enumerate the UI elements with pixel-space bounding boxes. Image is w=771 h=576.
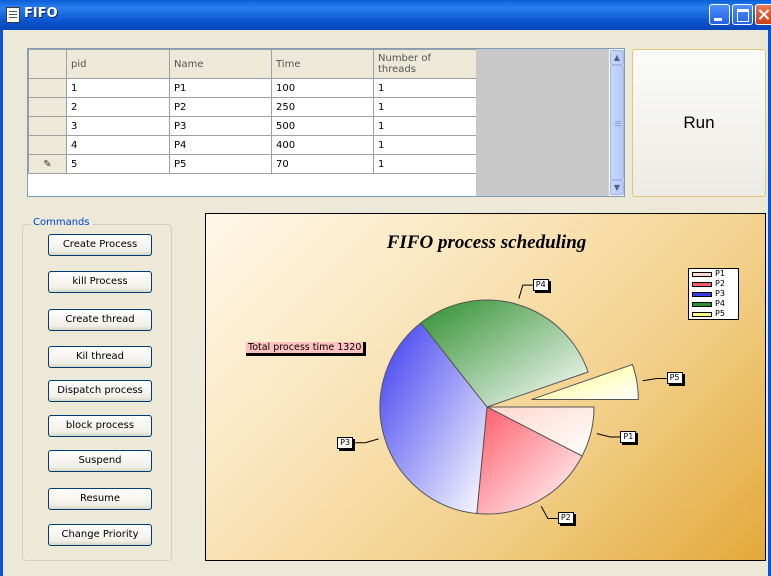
maximize-button[interactable] xyxy=(732,4,753,25)
slice-label-p4: P4 xyxy=(532,279,549,292)
legend-label: P3 xyxy=(715,289,725,298)
leader-line-p4 xyxy=(518,284,533,299)
scroll-up-icon[interactable]: ▲ xyxy=(610,50,624,65)
scroll-thumb[interactable] xyxy=(610,65,624,180)
cell-threads[interactable]: 1 xyxy=(373,116,477,136)
legend-swatch xyxy=(692,292,712,297)
chart-title: FIFO process scheduling xyxy=(386,232,587,253)
cell-name[interactable]: P5 xyxy=(169,154,272,174)
commands-legend: Commands xyxy=(31,217,92,228)
cell-time[interactable]: 500 xyxy=(271,116,374,136)
window-title: FIFO xyxy=(24,6,58,21)
cell-pid[interactable]: 1 xyxy=(66,78,170,98)
chart-legend: P1 P2 P3 P4 P5 xyxy=(688,268,739,320)
column-header-threads[interactable]: Number of threads xyxy=(373,49,477,79)
legend-label: P1 xyxy=(715,269,725,278)
legend-label: P2 xyxy=(715,279,725,288)
corner-header xyxy=(28,49,67,79)
legend-label: P4 xyxy=(715,299,725,308)
legend-item-p5: P5 xyxy=(692,309,738,319)
grid-vertical-scrollbar[interactable]: ▲ ▼ xyxy=(608,49,624,196)
suspend-button[interactable]: Suspend xyxy=(48,450,152,472)
slice-label-p2: P2 xyxy=(557,512,574,525)
legend-item-p2: P2 xyxy=(692,279,738,289)
legend-swatch xyxy=(692,312,712,317)
block-process-button[interactable]: block process xyxy=(48,415,152,437)
cell-threads[interactable]: 1 xyxy=(373,154,477,174)
total-time-label: Total process time 1320 xyxy=(246,342,367,356)
cell-pid[interactable]: 2 xyxy=(66,97,170,117)
cell-threads[interactable]: 1 xyxy=(373,97,477,117)
close-button[interactable] xyxy=(755,4,771,25)
table-row[interactable]: 2 P2 250 1 xyxy=(28,97,477,117)
cell-name[interactable]: P4 xyxy=(169,135,272,155)
grid-empty-area xyxy=(476,49,608,196)
table-row[interactable]: 3 P3 500 1 xyxy=(28,116,477,136)
minimize-button[interactable] xyxy=(709,4,730,25)
legend-swatch xyxy=(692,302,712,307)
cell-name[interactable]: P1 xyxy=(169,78,272,98)
legend-swatch xyxy=(692,272,712,277)
slice-label-p3: P3 xyxy=(337,436,354,449)
cell-threads[interactable]: 1 xyxy=(373,78,477,98)
table-row[interactable]: ✎ 5 P5 70 1 xyxy=(28,154,477,174)
cell-time[interactable]: 70 xyxy=(271,154,374,174)
leader-line-p3 xyxy=(355,438,379,444)
scroll-down-icon[interactable]: ▼ xyxy=(610,180,624,195)
commands-group: Commands Create Process kill Process Cre… xyxy=(22,217,172,561)
cell-pid[interactable]: 3 xyxy=(66,116,170,136)
table-row[interactable]: 1 P1 100 1 xyxy=(28,78,477,98)
row-header[interactable] xyxy=(28,97,67,117)
change-priority-button[interactable]: Change Priority xyxy=(48,524,152,546)
window-frame-left xyxy=(0,30,3,576)
cell-name[interactable]: P3 xyxy=(169,116,272,136)
header-row: pid Name Time Number of threads xyxy=(28,49,477,79)
cell-time[interactable]: 250 xyxy=(271,97,374,117)
leader-line-p2 xyxy=(540,505,558,519)
row-header[interactable] xyxy=(28,116,67,136)
row-header[interactable] xyxy=(28,78,67,98)
pie-chart-panel: FIFO process scheduling Total process ti… xyxy=(205,213,766,561)
table-row[interactable]: 4 P4 400 1 xyxy=(28,135,477,155)
kill-process-button[interactable]: kill Process xyxy=(48,271,152,293)
create-process-button[interactable]: Create Process xyxy=(48,234,152,256)
column-header-time[interactable]: Time xyxy=(271,49,374,79)
legend-item-p4: P4 xyxy=(692,299,738,309)
row-header-edit-pencil-icon[interactable]: ✎ xyxy=(28,154,67,174)
legend-item-p3: P3 xyxy=(692,289,738,299)
legend-swatch xyxy=(692,282,712,287)
slice-label-p1: P1 xyxy=(620,430,637,443)
leader-line-p5 xyxy=(642,377,667,382)
app-icon xyxy=(6,7,20,23)
kill-thread-button[interactable]: Kil thread xyxy=(48,346,152,368)
resume-button[interactable]: Resume xyxy=(48,488,152,510)
process-grid[interactable]: pid Name Time Number of threads 1 P1 100… xyxy=(27,48,625,197)
create-thread-button[interactable]: Create thread xyxy=(48,309,152,331)
legend-item-p1: P1 xyxy=(692,269,738,279)
column-header-pid[interactable]: pid xyxy=(66,49,170,79)
title-bar: FIFO xyxy=(0,0,771,30)
cell-pid[interactable]: 5 xyxy=(66,154,170,174)
pie-chart-svg xyxy=(355,284,667,519)
row-header[interactable] xyxy=(28,135,67,155)
cell-time[interactable]: 100 xyxy=(271,78,374,98)
run-button[interactable]: Run xyxy=(632,49,766,197)
cell-time[interactable]: 400 xyxy=(271,135,374,155)
process-table: pid Name Time Number of threads 1 P1 100… xyxy=(28,49,477,174)
column-header-name[interactable]: Name xyxy=(169,49,272,79)
dispatch-process-button[interactable]: Dispatch process xyxy=(48,380,152,402)
slice-label-p5: P5 xyxy=(666,372,683,385)
cell-pid[interactable]: 4 xyxy=(66,135,170,155)
legend-label: P5 xyxy=(715,309,725,318)
cell-threads[interactable]: 1 xyxy=(373,135,477,155)
leader-line-p1 xyxy=(596,433,621,438)
cell-name[interactable]: P2 xyxy=(169,97,272,117)
scroll-grip-icon xyxy=(615,121,621,122)
